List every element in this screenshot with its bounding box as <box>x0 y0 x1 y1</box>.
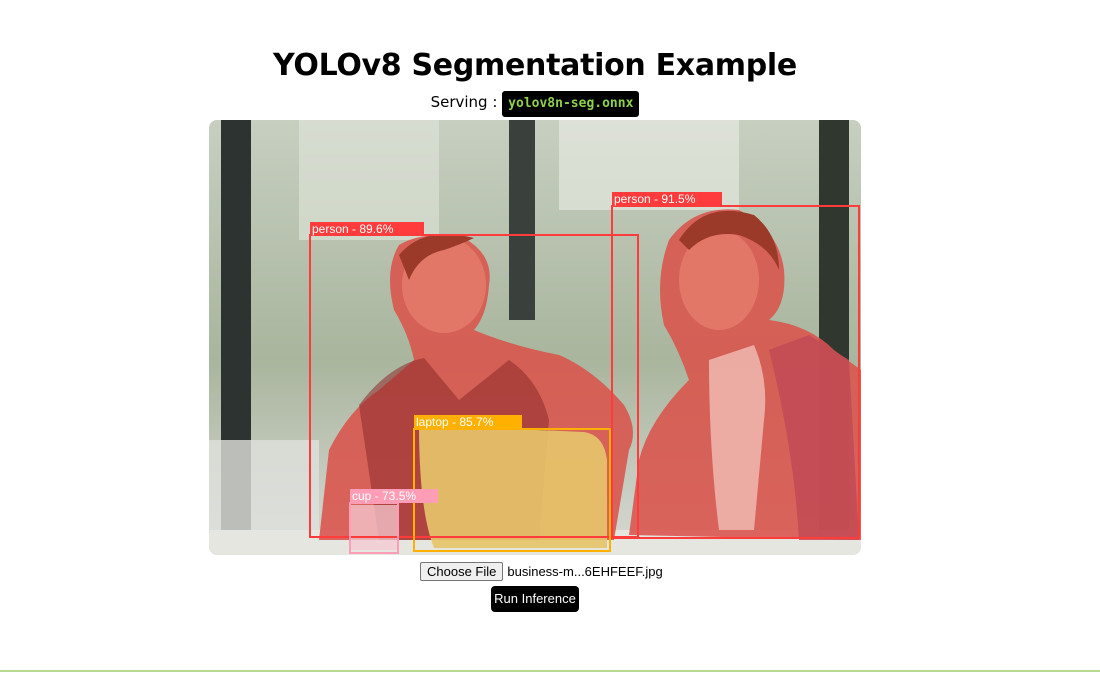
page-title: YOLOv8 Segmentation Example <box>273 48 797 83</box>
model-name-badge: yolov8n-seg.onnx <box>502 91 640 117</box>
serving-label: Serving : <box>430 93 498 111</box>
window-frame <box>509 120 535 320</box>
serving-info: Serving : yolov8n-seg.onnx <box>0 89 1070 117</box>
detection-label: person - 91.5% <box>614 192 696 206</box>
detection-label: cup - 73.5% <box>352 489 416 503</box>
detection-label: person - 89.6% <box>312 222 394 236</box>
cup-mask <box>351 505 397 550</box>
laptop-mask <box>419 425 607 548</box>
result-canvas: person - 89.6% person - 91.5% laptop - 8… <box>209 120 861 555</box>
choose-file-button[interactable]: Choose File <box>420 561 504 581</box>
selected-file-name: business-m...6EHFEEF.jpg <box>507 563 663 579</box>
run-inference-button[interactable]: Run Inference <box>491 586 579 612</box>
file-input[interactable]: Choose File business-m...6EHFEEF.jpg <box>420 561 663 581</box>
inference-result-image: person - 89.6% person - 91.5% laptop - 8… <box>209 120 861 555</box>
bottom-divider <box>0 670 1100 672</box>
detection-label: laptop - 85.7% <box>416 415 494 429</box>
